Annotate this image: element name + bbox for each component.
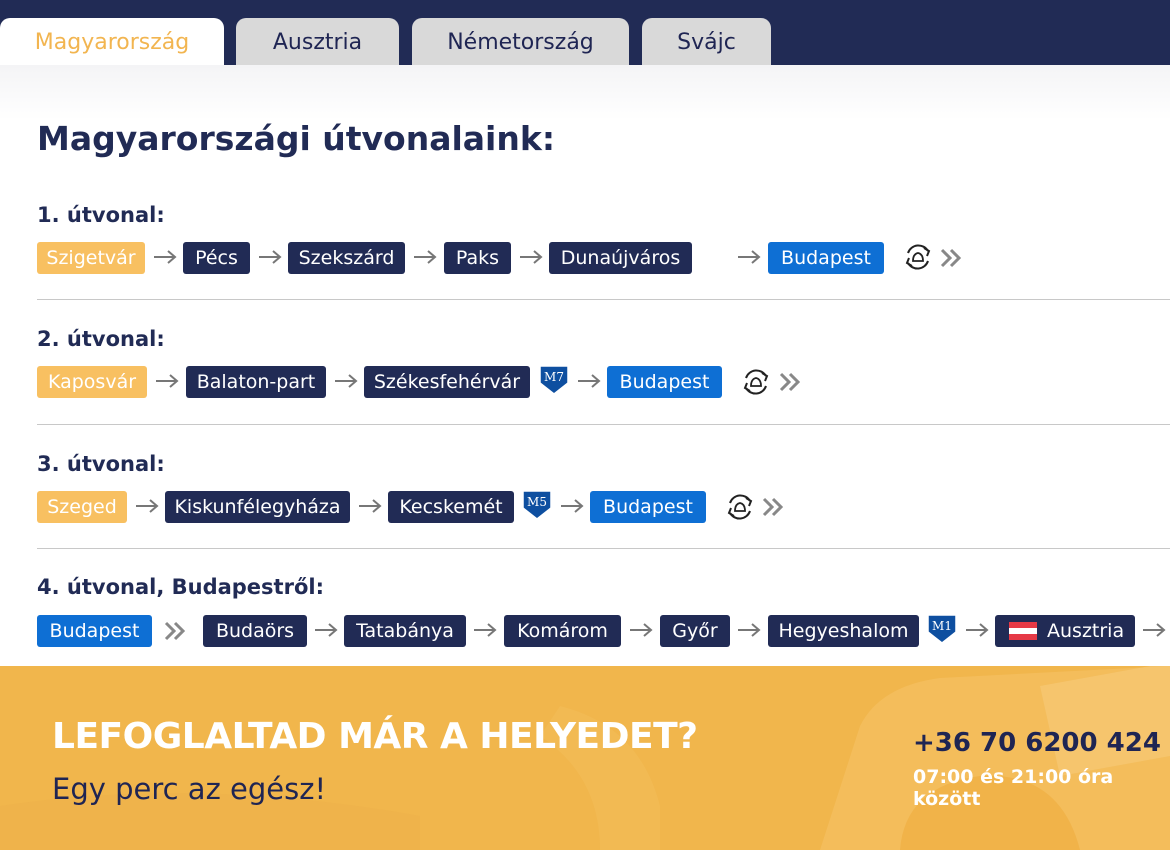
divider — [37, 299, 1170, 300]
arrow-right-icon — [155, 374, 179, 388]
booking-banner: LEFOGLALTAD MÁR A HELYEDET? Egy perc az … — [0, 666, 1170, 850]
route-stop-country: Ausztria — [995, 615, 1135, 647]
double-chevron-right-icon[interactable] — [779, 372, 801, 392]
tab-svajc[interactable]: Svájc — [642, 18, 771, 65]
route-stop: Hegyeshalom — [768, 615, 919, 647]
arrow-right-icon — [358, 499, 382, 513]
svg-text:M7: M7 — [544, 370, 564, 384]
cta-title: LEFOGLALTAD MÁR A HELYEDET? — [52, 716, 698, 757]
arrow-right-icon — [135, 499, 159, 513]
route-title: 4. útvonal, Budapestről: — [37, 575, 324, 599]
route-stop: Pécs — [183, 242, 250, 274]
arrow-right-icon — [560, 499, 584, 513]
route-stop: Székesfehérvár — [364, 366, 530, 398]
route-stop: Kecskemét — [388, 491, 514, 523]
motorway-m5-icon: M5 — [522, 490, 552, 520]
round-trip-icon — [902, 241, 934, 273]
arrow-right-icon — [334, 374, 358, 388]
round-trip-icon — [724, 491, 756, 523]
route-stop: Dunaújváros — [549, 242, 692, 274]
divider — [37, 424, 1170, 425]
arrow-right-icon — [1142, 623, 1166, 637]
bus-background-image — [0, 666, 1170, 850]
route-stop: Tatabánya — [344, 615, 466, 647]
round-trip-icon — [740, 366, 772, 398]
opening-hours: 07:00 és 21:00 óra között — [913, 766, 1114, 810]
motorway-m1-icon: M1 — [927, 614, 957, 644]
tab-nemetorszag[interactable]: Németország — [412, 18, 629, 65]
route-stop: Győr — [660, 615, 730, 647]
tab-ausztria[interactable]: Ausztria — [236, 18, 399, 65]
route-stop-label: Ausztria — [1047, 620, 1125, 642]
route-stop-start: Szigetvár — [37, 242, 145, 274]
cta-subtitle: Egy perc az egész! — [52, 772, 327, 806]
arrow-right-icon — [737, 623, 761, 637]
svg-text:M5: M5 — [527, 495, 547, 509]
tab-bar: Magyarország Ausztria Németország Svájc — [0, 0, 1170, 65]
route-stop-destination: Budapest — [607, 366, 722, 398]
arrow-right-icon — [413, 250, 437, 264]
route-title: 2. útvonal: — [37, 327, 165, 351]
route-stop: Budaörs — [203, 615, 307, 647]
arrow-right-icon — [577, 374, 601, 388]
arrow-right-icon — [473, 623, 497, 637]
route-stop-origin: Budapest — [37, 615, 152, 647]
arrow-right-icon — [629, 623, 653, 637]
svg-text:M1: M1 — [932, 619, 952, 633]
route-stop-start: Szeged — [37, 491, 127, 523]
route-title: 1. útvonal: — [37, 203, 165, 227]
arrow-right-icon — [314, 623, 338, 637]
route-stop: Szekszárd — [288, 242, 405, 274]
double-chevron-right-icon — [164, 621, 186, 641]
route-stop: Komárom — [504, 615, 621, 647]
tab-magyarorszag[interactable]: Magyarország — [0, 18, 224, 65]
divider — [37, 548, 1170, 549]
arrow-right-icon — [153, 250, 177, 264]
route-stop: Kiskunfélegyháza — [165, 491, 350, 523]
austria-flag-icon — [1009, 622, 1037, 640]
arrow-right-icon — [965, 623, 989, 637]
route-stop: Balaton-part — [186, 366, 326, 398]
double-chevron-right-icon[interactable] — [940, 248, 962, 268]
route-stop-start: Kaposvár — [37, 366, 147, 398]
phone-number-link[interactable]: +36 70 6200 424 — [913, 728, 1161, 758]
route-stop-destination: Budapest — [768, 242, 884, 274]
route-title: 3. útvonal: — [37, 452, 165, 476]
page-title: Magyarországi útvonalaink: — [37, 119, 556, 158]
arrow-right-icon — [519, 250, 543, 264]
motorway-m7-icon: M7 — [539, 365, 569, 395]
arrow-right-icon — [258, 250, 282, 264]
double-chevron-right-icon[interactable] — [762, 497, 784, 517]
arrow-right-icon — [737, 250, 761, 264]
route-stop-destination: Budapest — [590, 491, 706, 523]
route-stop: Paks — [444, 242, 511, 274]
